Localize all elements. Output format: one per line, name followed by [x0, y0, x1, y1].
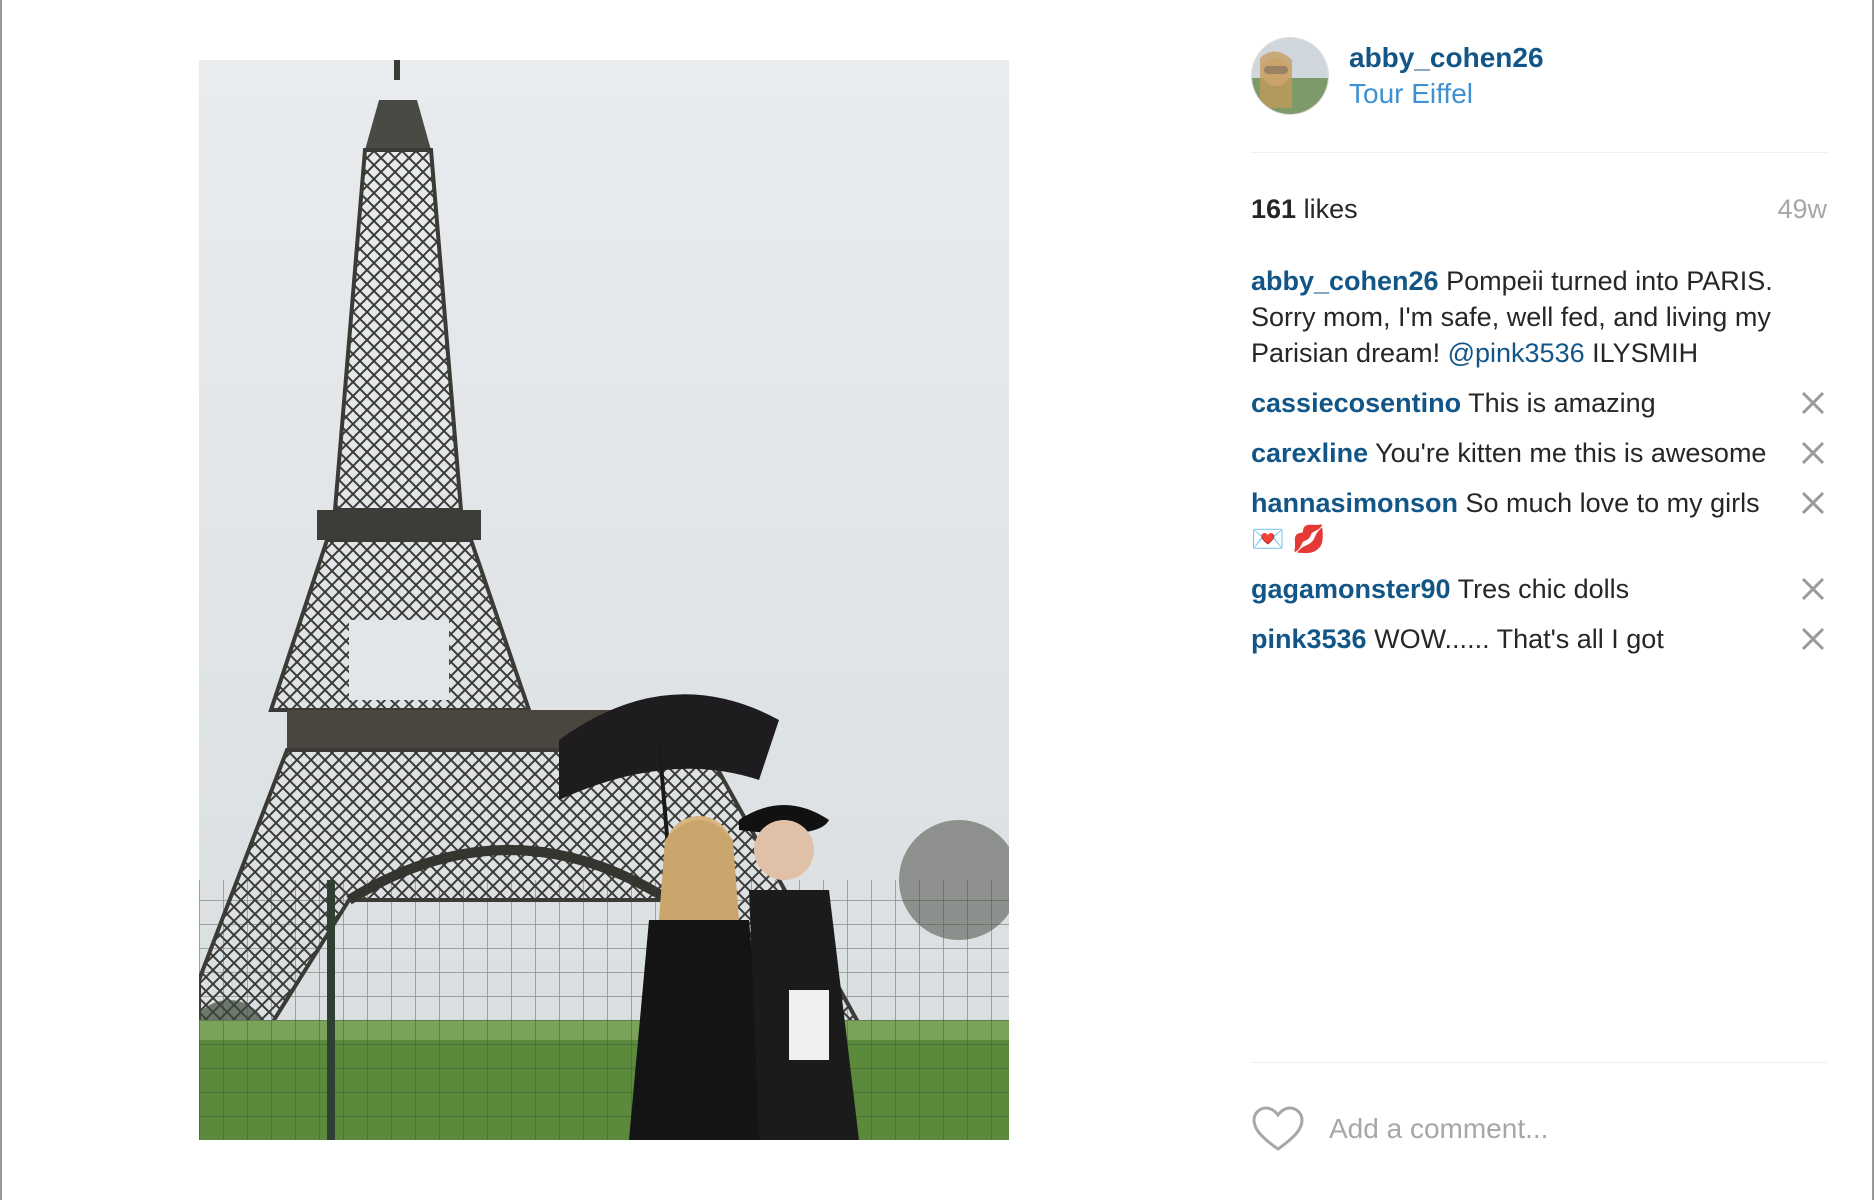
photo-eiffel-tower	[199, 60, 1009, 1140]
caption: abby_cohen26 Pompeii turned into PARIS. …	[1251, 263, 1827, 371]
close-icon[interactable]	[1799, 625, 1827, 653]
comment-username[interactable]: gagamonster90	[1251, 574, 1451, 604]
post-age[interactable]: 49w	[1777, 191, 1827, 227]
comment-text: Tres chic dolls	[1450, 574, 1630, 604]
add-comment-row	[1251, 1105, 1827, 1153]
close-icon[interactable]	[1799, 575, 1827, 603]
caption-text-end: ILYSMIH	[1584, 338, 1699, 368]
avatar[interactable]	[1251, 37, 1329, 115]
post-header: abby_cohen26 Tour Eiffel	[1251, 36, 1827, 116]
comment-username[interactable]: cassiecosentino	[1251, 388, 1461, 418]
comment-username[interactable]: pink3536	[1251, 624, 1367, 654]
add-comment-input[interactable]	[1329, 1113, 1789, 1145]
close-icon[interactable]	[1799, 439, 1827, 467]
comment-text: WOW...... That's all I got	[1366, 624, 1664, 654]
close-icon[interactable]	[1799, 389, 1827, 417]
caption-username[interactable]: abby_cohen26	[1251, 266, 1439, 296]
comments-list: abby_cohen26 Pompeii turned into PARIS. …	[1251, 263, 1827, 657]
post-footer	[1251, 1062, 1827, 1153]
comment-item: hannasimonson So much love to my girls💌 …	[1251, 485, 1827, 557]
comment-item: gagamonster90 Tres chic dolls	[1251, 571, 1827, 607]
header-divider	[1251, 152, 1827, 153]
post-photo[interactable]	[199, 60, 1009, 1140]
comment-item: pink3536 WOW...... That's all I got	[1251, 621, 1827, 657]
heart-icon[interactable]	[1251, 1105, 1305, 1153]
post-stats: 161 likes 49w	[1251, 191, 1827, 227]
comment-username[interactable]: carexline	[1251, 438, 1368, 468]
post-username[interactable]: abby_cohen26	[1349, 40, 1544, 76]
comment-text: You're kitten me this is awesome	[1368, 438, 1767, 468]
comment-item: carexline You're kitten me this is aweso…	[1251, 435, 1827, 471]
post-sidebar: abby_cohen26 Tour Eiffel 161 likes 49w a…	[1251, 36, 1827, 671]
comment-item: cassiecosentino This is amazing	[1251, 385, 1827, 421]
close-icon[interactable]	[1799, 489, 1827, 517]
comment-username[interactable]: hannasimonson	[1251, 488, 1458, 518]
caption-mention[interactable]: @pink3536	[1448, 338, 1585, 368]
likes-count[interactable]: 161 likes	[1251, 191, 1358, 227]
footer-divider	[1251, 1062, 1827, 1063]
post-location[interactable]: Tour Eiffel	[1349, 76, 1544, 112]
comment-text: This is amazing	[1461, 388, 1656, 418]
